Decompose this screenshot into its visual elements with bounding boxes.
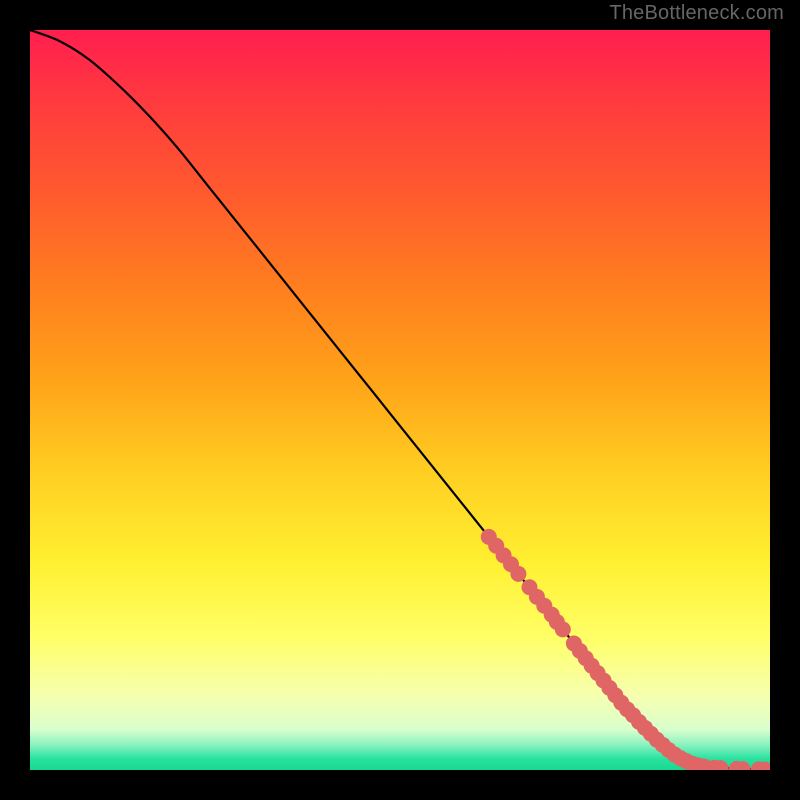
watermark-label: TheBottleneck.com (609, 2, 784, 25)
plot-area (30, 30, 770, 770)
data-marker (510, 566, 526, 582)
chart-stage: TheBottleneck.com (0, 0, 800, 800)
data-marker (555, 621, 571, 637)
chart-svg (30, 30, 770, 770)
gradient-background (30, 30, 770, 770)
